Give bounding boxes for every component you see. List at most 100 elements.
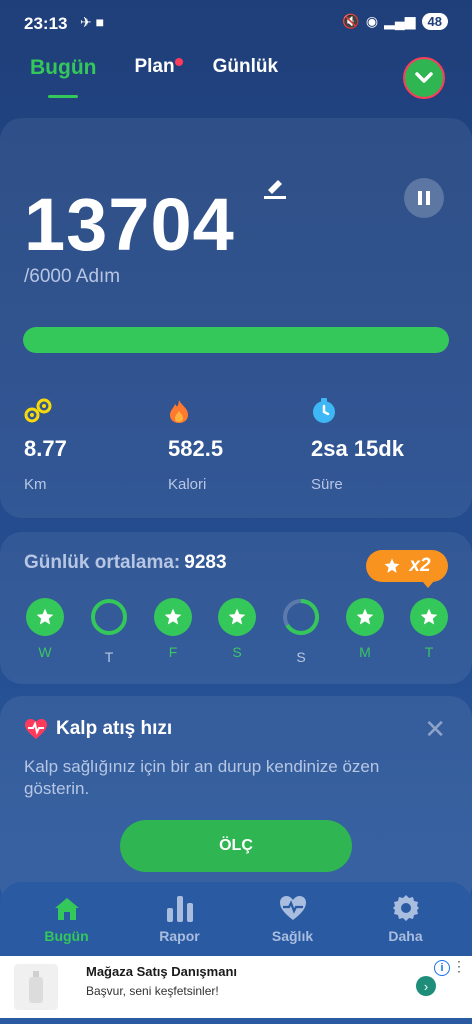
- mute-icon: 🔇: [342, 13, 360, 29]
- nav-health-label: Sağlık: [271, 928, 314, 944]
- day-label: W: [38, 644, 52, 660]
- multiplier-text: x2: [409, 555, 431, 576]
- bottle-icon: [29, 971, 43, 1003]
- distance-value: 8.77: [24, 436, 67, 461]
- nav-today-label: Bugün: [44, 928, 89, 944]
- heart-rate-description: Kalp sağlığınız için bir an durup kendin…: [24, 757, 380, 798]
- tab-plan-label: Plan: [134, 56, 175, 77]
- calories-value: 582.5: [168, 436, 224, 461]
- status-right: 🔇 ◉ ▂▄▆ 48: [342, 13, 448, 30]
- day-completed-circle: [26, 598, 64, 636]
- tab-daily[interactable]: Günlük: [213, 56, 278, 90]
- duration-label: Süre: [311, 476, 343, 493]
- ad-thumbnail: [14, 964, 58, 1010]
- star-icon: [420, 608, 438, 625]
- weekly-average-value: 9283: [184, 552, 227, 573]
- ad-title: Mağaza Satış Danışmanı: [86, 964, 237, 979]
- flame-icon: [170, 400, 188, 423]
- calories-label: Kalori: [168, 476, 207, 493]
- nav-more[interactable]: Daha: [361, 890, 451, 956]
- duration-value: 2sa 15dk: [311, 436, 404, 461]
- nav-report-label: Rapor: [159, 928, 200, 944]
- pause-icon: [418, 191, 430, 205]
- star-icon: [228, 608, 246, 625]
- nav-today[interactable]: Bugün: [22, 890, 112, 956]
- heart-rate-title: Kalp atış hızı: [56, 718, 173, 739]
- steps-progress-bar: [23, 327, 449, 353]
- ad-banner[interactable]: Mağaza Satış Danışmanı Başvur, seni keşf…: [0, 956, 472, 1018]
- measure-button[interactable]: ÖLÇ: [120, 820, 352, 872]
- day-item[interactable]: T: [410, 598, 448, 665]
- nav-health[interactable]: Sağlık: [248, 890, 338, 956]
- chevron-down-icon: [415, 72, 433, 83]
- pause-button[interactable]: [404, 178, 444, 218]
- battery-indicator: 48: [421, 13, 448, 30]
- day-item[interactable]: F: [154, 598, 192, 665]
- edit-icon[interactable]: [262, 174, 288, 200]
- day-label: T: [104, 649, 114, 665]
- day-completed-circle: [218, 598, 256, 636]
- tab-today-label: Bugün: [30, 56, 97, 79]
- check-button[interactable]: [403, 57, 445, 99]
- notification-dot: [174, 58, 183, 66]
- weekly-average-card: Günlük ortalama: 9283 x2 W T F S S M T: [0, 532, 472, 684]
- metric-distance: 8.77 Km: [24, 398, 164, 493]
- bottom-navigation: Bugün Rapor Sağlık Daha: [0, 882, 472, 956]
- nav-report[interactable]: Rapor: [135, 890, 225, 956]
- metric-calories: 582.5 Kalori: [168, 398, 308, 493]
- day-progress-ring: [91, 599, 127, 635]
- route-icon: [24, 398, 52, 423]
- signal-icon: ▂▄▆: [384, 13, 416, 29]
- bottom-edge: [0, 1018, 472, 1024]
- star-icon: [36, 608, 54, 625]
- tab-today[interactable]: Bugün: [30, 56, 97, 98]
- star-icon: [384, 558, 400, 573]
- day-label: F: [168, 644, 178, 660]
- day-completed-circle: [154, 598, 192, 636]
- day-item[interactable]: T: [90, 598, 128, 665]
- day-label: S: [232, 644, 242, 660]
- star-icon: [164, 608, 182, 625]
- day-item[interactable]: S: [282, 598, 320, 665]
- ad-subtitle: Başvur, seni keşfetsinler!: [86, 984, 219, 998]
- steps-goal: /6000 Adım: [24, 266, 121, 287]
- info-icon[interactable]: i: [434, 960, 450, 976]
- day-item[interactable]: M: [346, 598, 384, 665]
- status-time: 23:13: [24, 14, 68, 33]
- gear-icon: [392, 895, 419, 921]
- heart-rate-card: Kalp atış hızı ✕ Kalp sağlığınız için bi…: [0, 696, 472, 906]
- heart-pulse-icon: [25, 719, 47, 739]
- star-icon: [356, 608, 374, 625]
- tab-plan[interactable]: Plan: [134, 56, 183, 90]
- day-completed-circle: [410, 598, 448, 636]
- bar-chart-icon: [166, 896, 193, 922]
- multiplier-badge[interactable]: x2: [366, 550, 448, 588]
- steps-count: 13704: [24, 183, 235, 266]
- heart-pulse-icon: [279, 896, 306, 920]
- weekly-average-title: Günlük ortalama: 9283: [24, 552, 227, 574]
- weekly-average-label: Günlük ortalama:: [24, 552, 181, 573]
- tab-daily-label: Günlük: [212, 56, 279, 77]
- steps-progress-fill: [23, 327, 449, 353]
- day-progress-ring: [283, 598, 320, 635]
- chevron-right-icon[interactable]: ›: [416, 976, 436, 996]
- status-bar: 23:13 ✈ ■ 🔇 ◉ ▂▄▆ 48: [0, 0, 472, 48]
- nav-more-label: Daha: [388, 928, 423, 944]
- stopwatch-icon: [313, 398, 335, 423]
- day-label: S: [296, 649, 306, 665]
- day-item[interactable]: S: [218, 598, 256, 665]
- day-item[interactable]: W: [26, 598, 64, 665]
- notification-icons: ✈ ■: [80, 14, 105, 30]
- day-completed-circle: [346, 598, 384, 636]
- metric-duration: 2sa 15dk Süre: [311, 398, 451, 493]
- steps-card: 13704 /6000 Adım 8.77 Km 582.5 Kalori 2s…: [0, 118, 472, 518]
- top-tabs: Bugün Plan Günlük: [30, 56, 278, 98]
- day-label: T: [424, 644, 434, 660]
- more-vertical-icon[interactable]: ⋮: [452, 958, 466, 975]
- day-label: M: [359, 644, 371, 660]
- home-icon: [54, 898, 79, 920]
- day-streak: WTFSSMT: [26, 598, 448, 665]
- distance-label: Km: [24, 476, 47, 493]
- wifi-icon: ◉: [365, 13, 379, 29]
- close-icon[interactable]: ✕: [424, 714, 446, 745]
